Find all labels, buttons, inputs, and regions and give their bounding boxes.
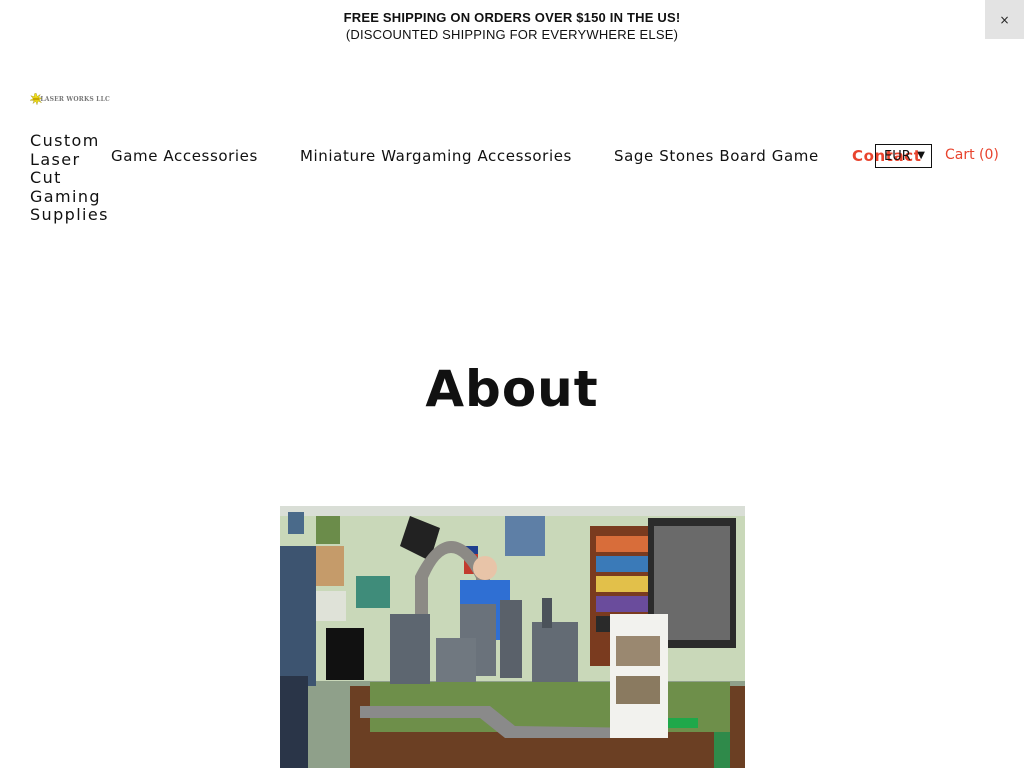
announcement-bar: FREE SHIPPING ON ORDERS OVER $150 IN THE…	[0, 0, 1024, 42]
currency-selector[interactable]: EUR ▼	[875, 144, 932, 168]
nav-game-accessories[interactable]: Game Accessories	[111, 147, 258, 165]
caret-down-icon: ▼	[917, 150, 925, 161]
about-photo-illustration	[280, 506, 745, 768]
about-photo	[280, 506, 745, 768]
announcement-line-2: (DISCOUNTED SHIPPING FOR EVERYWHERE ELSE…	[345, 27, 679, 42]
announcement-line-1: FREE SHIPPING ON ORDERS OVER $150 IN THE…	[343, 10, 681, 25]
nav-custom-laser-cut-gaming-supplies[interactable]: Custom Laser Cut Gaming Supplies	[30, 131, 112, 225]
announcement-close-button[interactable]: ×	[985, 0, 1024, 39]
close-icon: ×	[999, 12, 1010, 27]
page-title: About	[425, 360, 599, 418]
nav-sage-stones-board-game[interactable]: Sage Stones Board Game	[614, 147, 819, 165]
cart-link[interactable]: Cart (0)	[945, 147, 999, 163]
site-logo[interactable]: LASER WORKS LLC	[30, 85, 110, 113]
currency-value: EUR	[884, 148, 911, 164]
logo-text: LASER WORKS LLC	[40, 95, 110, 103]
nav-miniature-wargaming-accessories[interactable]: Miniature Wargaming Accessories	[300, 147, 572, 165]
